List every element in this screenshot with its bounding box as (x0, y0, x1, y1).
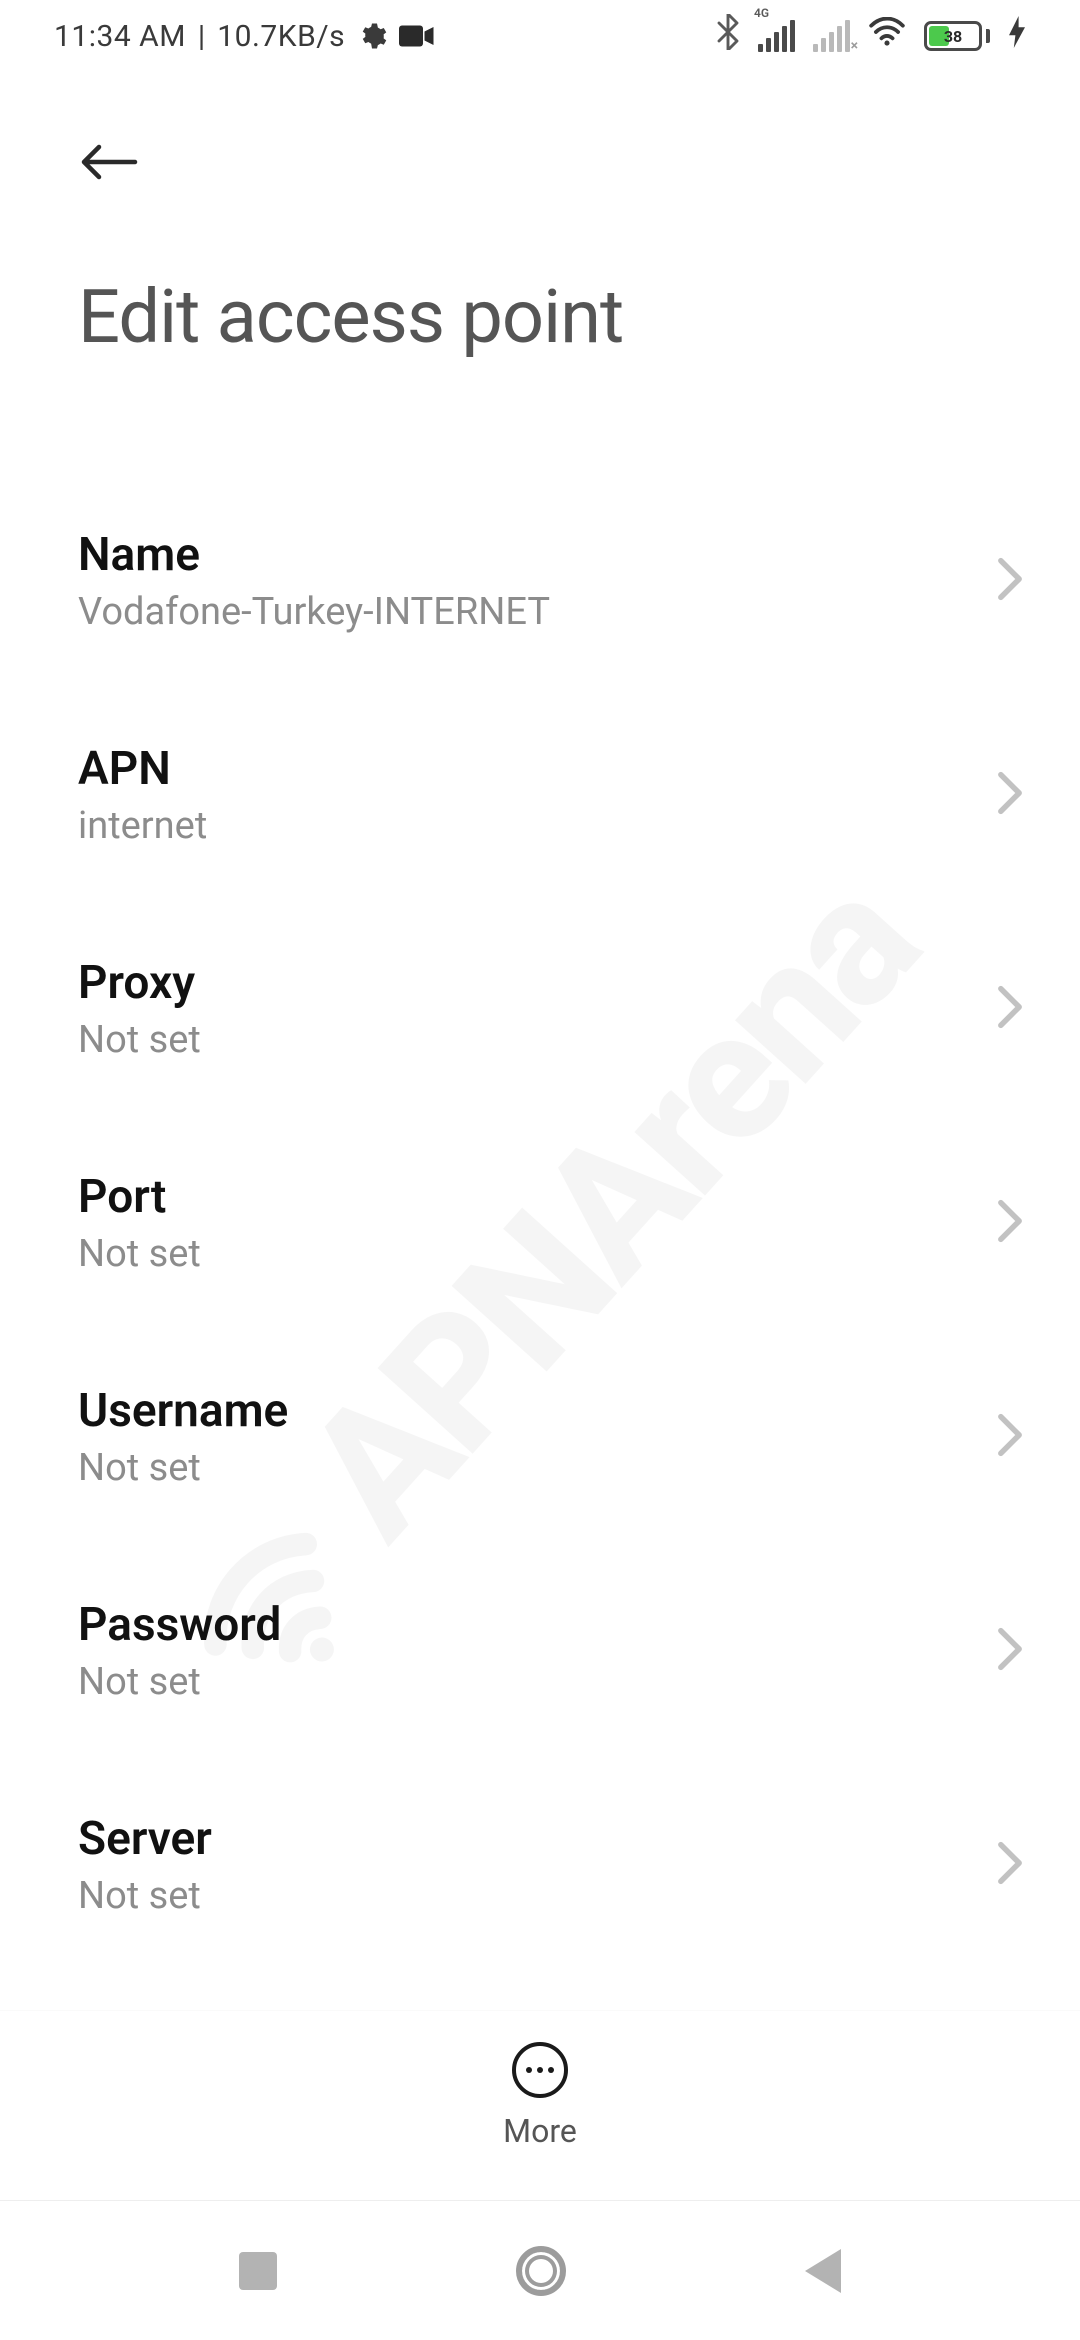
setting-row-username[interactable]: Username Not set (0, 1346, 1080, 1528)
status-time: 11:34 AM (54, 19, 186, 54)
charging-icon (1008, 16, 1026, 56)
setting-value: Not set (78, 1018, 201, 1062)
setting-row-server[interactable]: Server Not set (0, 1774, 1080, 1956)
chevron-right-icon (996, 1413, 1024, 1461)
chevron-right-icon (996, 1199, 1024, 1247)
setting-value: Not set (78, 1660, 281, 1704)
setting-row-apn[interactable]: APN internet (0, 704, 1080, 886)
gear-icon (357, 21, 387, 51)
setting-label: Proxy (78, 956, 201, 1010)
signal-sim2-icon: × (813, 20, 850, 52)
nav-home-button[interactable] (516, 2246, 566, 2296)
page-title: Edit access point (78, 274, 1002, 361)
system-nav-bar (0, 2200, 1080, 2340)
more-label: More (503, 2112, 577, 2150)
setting-value: Not set (78, 1232, 201, 1276)
nav-back-button[interactable] (805, 2249, 841, 2293)
status-bar: 11:34 AM | 10.7KB/s 4G × 38 (0, 0, 1080, 72)
setting-label: Name (78, 528, 550, 582)
setting-label: Port (78, 1170, 201, 1224)
setting-value: Not set (78, 1446, 288, 1490)
back-button[interactable] (78, 132, 138, 192)
more-icon (512, 2042, 568, 2098)
chevron-right-icon (996, 557, 1024, 605)
more-button[interactable]: More (503, 2042, 577, 2150)
chevron-right-icon (996, 771, 1024, 819)
bottom-dock: More (0, 2010, 1080, 2180)
status-net-speed: 10.7KB/s (217, 19, 345, 54)
setting-value: Vodafone-Turkey-INTERNET (78, 590, 550, 634)
setting-value: internet (78, 804, 207, 848)
setting-row-password[interactable]: Password Not set (0, 1560, 1080, 1742)
bluetooth-icon (716, 14, 740, 58)
chevron-right-icon (996, 985, 1024, 1033)
header: Edit access point (0, 72, 1080, 401)
setting-value: Not set (78, 1874, 212, 1918)
setting-row-name[interactable]: Name Vodafone-Turkey-INTERNET (0, 490, 1080, 672)
signal-sim1-icon: 4G (758, 20, 795, 52)
setting-label: Password (78, 1598, 281, 1652)
settings-list: Name Vodafone-Turkey-INTERNET APN internet P… (0, 430, 1080, 2010)
wifi-icon (868, 17, 906, 55)
battery-icon: 38 (924, 21, 990, 51)
setting-row-mmsc[interactable]: MMSCNot set (0, 1988, 1080, 2010)
nav-recent-button[interactable] (239, 2252, 277, 2290)
chevron-right-icon (996, 1841, 1024, 1889)
chevron-right-icon (996, 1627, 1024, 1675)
setting-row-proxy[interactable]: Proxy Not set (0, 918, 1080, 1100)
setting-row-port[interactable]: Port Not set (0, 1132, 1080, 1314)
setting-label: APN (78, 742, 207, 796)
setting-label: Server (78, 1812, 212, 1866)
video-icon (399, 23, 435, 49)
setting-label: Username (78, 1384, 288, 1438)
arrow-left-icon (78, 141, 138, 183)
